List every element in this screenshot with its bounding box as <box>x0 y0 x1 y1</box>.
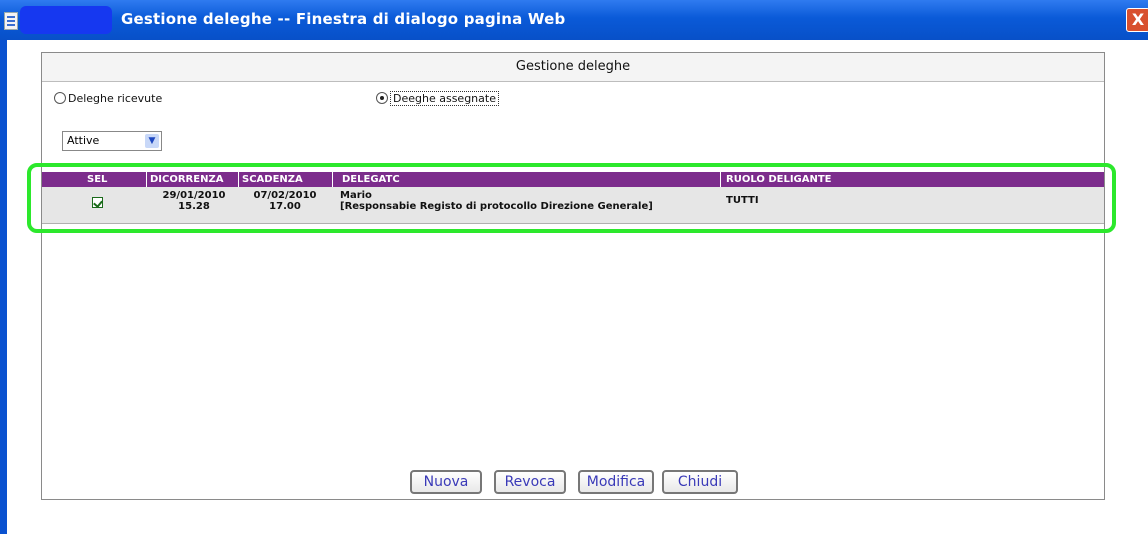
dialog-header: Gestione deleghe <box>42 53 1104 82</box>
radio-deleghe-assegnate[interactable] <box>376 92 388 104</box>
dialog-panel: Gestione deleghe Deleghe ricevute Deeghe… <box>41 52 1105 500</box>
radio-deleghe-assegnate-label[interactable]: Deeghe assegnate <box>390 91 499 106</box>
new-button[interactable]: Nuova <box>410 470 482 494</box>
status-filter-value: Attive <box>67 134 100 147</box>
status-filter-select[interactable]: Attive ▼ <box>62 131 162 151</box>
row-highlight-outline <box>27 163 1116 233</box>
window-left-border <box>0 40 7 534</box>
radio-deleghe-ricevute-label[interactable]: Deleghe ricevute <box>68 92 162 105</box>
document-icon <box>4 12 18 30</box>
window-title: Gestione deleghe -- Finestra di dialogo … <box>121 10 566 28</box>
edit-button[interactable]: Modifica <box>578 470 654 494</box>
revoke-button[interactable]: Revoca <box>494 470 566 494</box>
close-button[interactable]: Chiudi <box>662 470 738 494</box>
title-bar: Gestione deleghe -- Finestra di dialogo … <box>0 0 1148 40</box>
redacted-block <box>20 6 112 34</box>
chevron-down-icon[interactable]: ▼ <box>145 134 159 148</box>
close-window-button[interactable]: X <box>1126 8 1148 32</box>
radio-deleghe-ricevute[interactable] <box>54 92 66 104</box>
